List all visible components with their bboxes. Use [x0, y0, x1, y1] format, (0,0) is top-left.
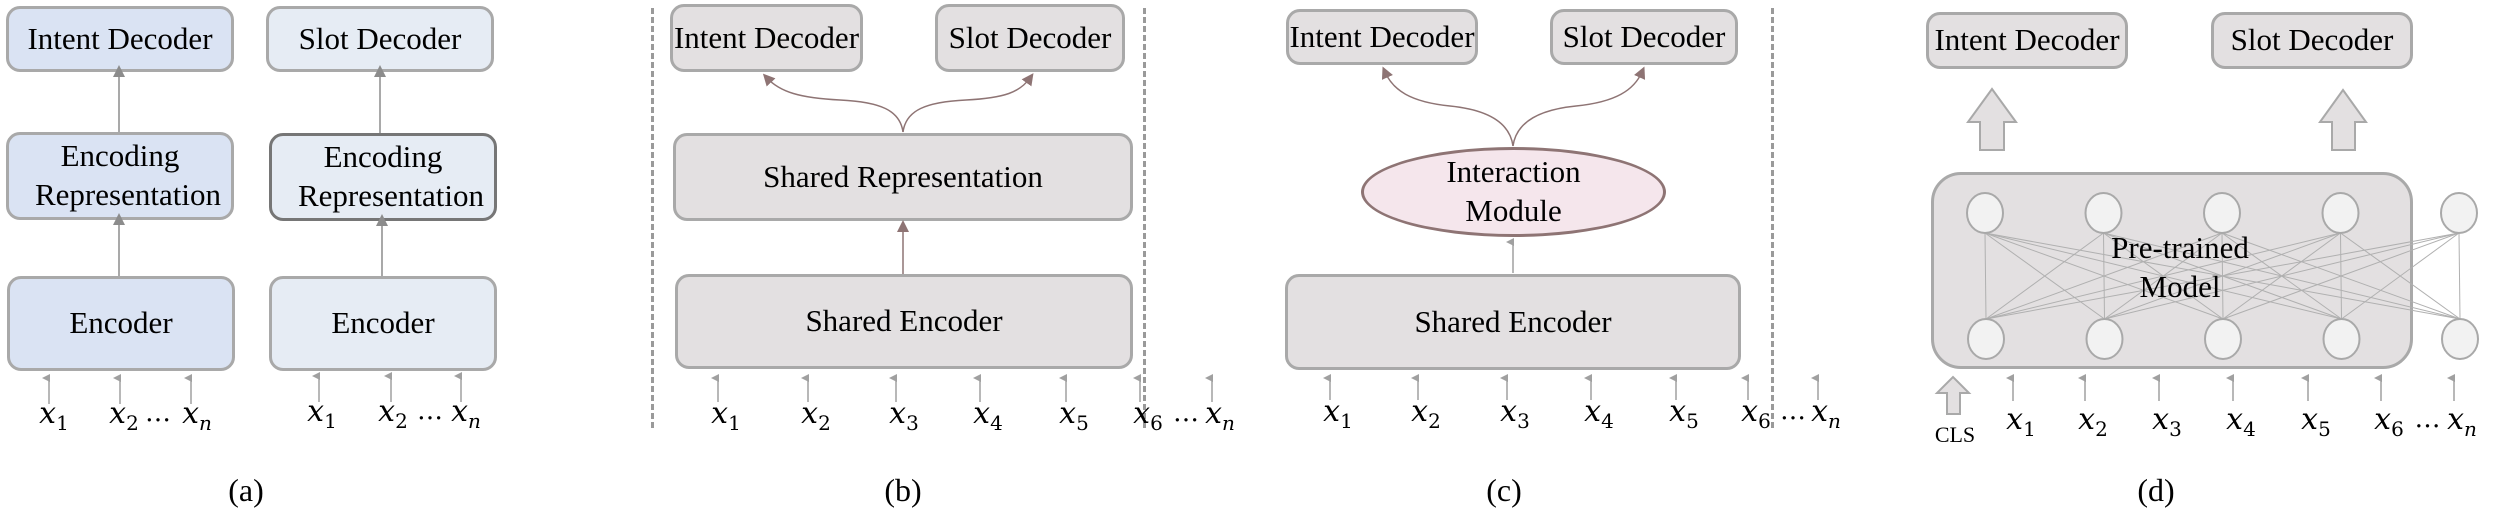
panel-d-cls-block-arrow-icon [1934, 375, 1972, 415]
panel-a-token-arrows [42, 372, 462, 404]
token-x4: x4 [973, 396, 1003, 435]
network-node-top [2440, 192, 2478, 234]
token-xn: xn [1811, 394, 1841, 433]
token-ellipsis: … [2414, 404, 2441, 434]
token-xn: xn [2447, 402, 2477, 441]
arrow-b-rep-to-intent [762, 73, 904, 133]
token-xn: xn [1205, 396, 1235, 435]
token-x6: x6 [1133, 396, 1163, 435]
panel-a-arrows [113, 65, 388, 276]
network-node-top [2321, 192, 2360, 234]
network-node-top [1966, 192, 2004, 234]
arrow-c-module-to-intent [1381, 66, 1514, 147]
network-node-bottom [1967, 318, 2005, 360]
token-x3: x3 [1500, 394, 1530, 433]
network-node-top [2084, 192, 2123, 234]
network-edge [1984, 232, 1987, 320]
token-x4: x4 [2226, 402, 2256, 441]
network-node-bottom [2322, 318, 2361, 360]
network-node-bottom [2204, 318, 2242, 360]
token-x6: x6 [2374, 402, 2404, 441]
token-x2: x2 [2078, 402, 2108, 441]
network-edge [2458, 232, 2461, 320]
token-x2: x2 [801, 396, 831, 435]
panel-d-slot-block-arrow-icon [2318, 88, 2368, 151]
arrow-b-rep-to-slot [902, 73, 1034, 133]
token-x1: x1 [1323, 394, 1353, 433]
network-node-bottom [2085, 318, 2124, 360]
panel-d-pretrained-model-label: Pre-trained Model [2111, 230, 2249, 304]
token-ellipsis: … [1780, 396, 1806, 426]
network-node-top [2203, 192, 2241, 234]
token-x1: x1 [2006, 402, 2036, 441]
token-x6: x6 [1741, 394, 1771, 433]
panel-b-arrows [762, 73, 1034, 274]
token-ellipsis: … [1173, 398, 1199, 428]
arrow-c-module-to-slot [1512, 66, 1646, 147]
network-node-bottom [2441, 318, 2479, 360]
token-x3: x3 [889, 396, 919, 435]
panel-d-intent-block-arrow-icon [1966, 87, 2018, 151]
token-x1: x1 [711, 396, 741, 435]
token-x5: x5 [1669, 394, 1699, 433]
token-x5: x5 [1059, 396, 1089, 435]
panel-c-arrows [1381, 66, 1646, 147]
token-x3: x3 [2152, 402, 2182, 441]
token-x4: x4 [1584, 394, 1614, 433]
token-x5: x5 [2301, 402, 2331, 441]
token-x2: x2 [1411, 394, 1441, 433]
